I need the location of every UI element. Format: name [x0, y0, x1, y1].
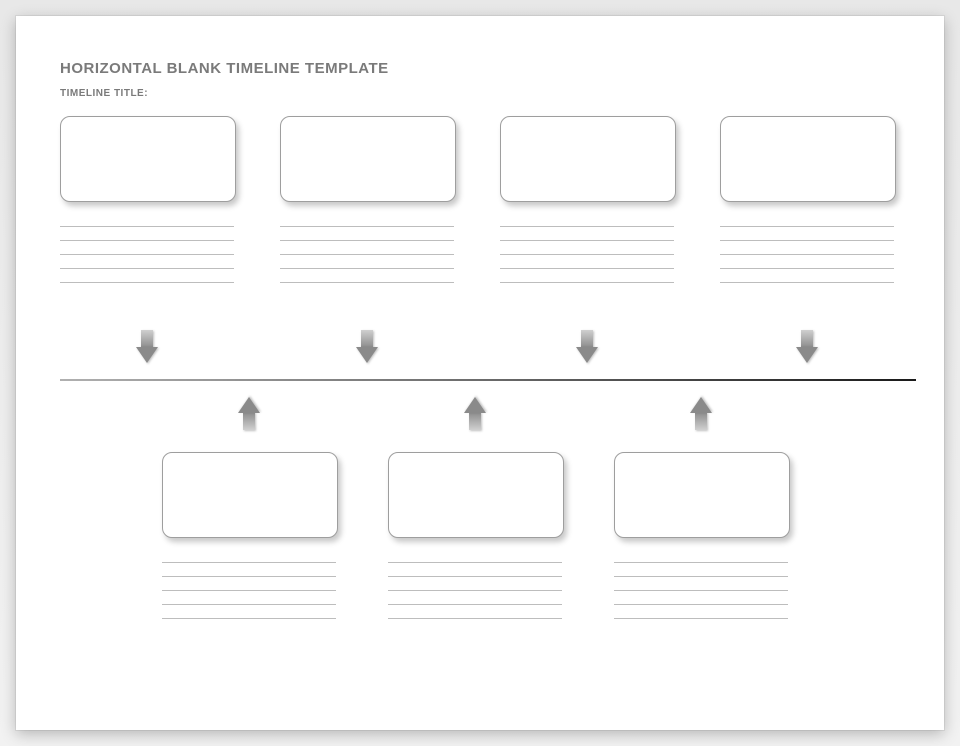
arrow-up-icon	[464, 396, 486, 430]
timeline-notes-above[interactable]	[500, 226, 674, 296]
document-page: HORIZONTAL BLANK TIMELINE TEMPLATE TIMEL…	[16, 16, 944, 730]
note-line	[720, 268, 894, 269]
timeline-card-above[interactable]	[60, 116, 236, 202]
arrow-down-icon	[796, 330, 818, 364]
arrow-up-icon	[238, 396, 260, 430]
note-line	[162, 562, 336, 563]
arrow-down-icon	[136, 330, 158, 364]
note-line	[500, 226, 674, 227]
note-line	[500, 282, 674, 283]
note-line	[500, 254, 674, 255]
arrow-down-icon	[576, 330, 598, 364]
timeline-card-above[interactable]	[500, 116, 676, 202]
note-line	[388, 562, 562, 563]
timeline-card-above[interactable]	[280, 116, 456, 202]
note-line	[280, 254, 454, 255]
note-line	[388, 576, 562, 577]
timeline-notes-above[interactable]	[280, 226, 454, 296]
note-line	[720, 254, 894, 255]
note-line	[162, 618, 336, 619]
note-line	[614, 576, 788, 577]
note-line	[388, 590, 562, 591]
timeline-title-label: TIMELINE TITLE:	[60, 88, 148, 99]
note-line	[60, 226, 234, 227]
note-line	[720, 226, 894, 227]
note-line	[388, 618, 562, 619]
arrow-up-icon	[690, 396, 712, 430]
note-line	[60, 254, 234, 255]
timeline-notes-above[interactable]	[60, 226, 234, 296]
note-line	[60, 282, 234, 283]
note-line	[500, 268, 674, 269]
arrow-down-icon	[356, 330, 378, 364]
timeline-notes-below[interactable]	[614, 562, 788, 632]
note-line	[500, 240, 674, 241]
timeline-notes-above[interactable]	[720, 226, 894, 296]
note-line	[614, 562, 788, 563]
timeline-card-below[interactable]	[388, 452, 564, 538]
timeline-card-below[interactable]	[162, 452, 338, 538]
timeline-notes-below[interactable]	[388, 562, 562, 632]
note-line	[60, 240, 234, 241]
note-line	[280, 240, 454, 241]
note-line	[280, 282, 454, 283]
note-line	[614, 618, 788, 619]
note-line	[388, 604, 562, 605]
page-title: HORIZONTAL BLANK TIMELINE TEMPLATE	[60, 60, 389, 77]
note-line	[280, 226, 454, 227]
note-line	[60, 268, 234, 269]
note-line	[162, 576, 336, 577]
note-line	[614, 604, 788, 605]
timeline-notes-below[interactable]	[162, 562, 336, 632]
timeline-card-below[interactable]	[614, 452, 790, 538]
note-line	[614, 590, 788, 591]
note-line	[720, 282, 894, 283]
note-line	[162, 590, 336, 591]
note-line	[162, 604, 336, 605]
note-line	[720, 240, 894, 241]
timeline-card-above[interactable]	[720, 116, 896, 202]
note-line	[280, 268, 454, 269]
